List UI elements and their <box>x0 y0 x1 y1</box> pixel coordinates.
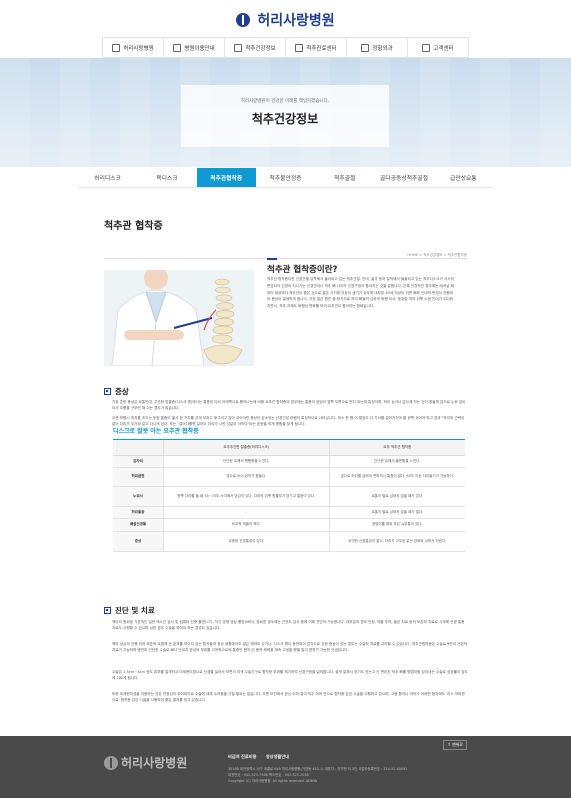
support-icon <box>422 43 431 52</box>
treatment-paragraph-4: 또한 미세현미경을 이용하는 것은 안정성이 뛰어하므로 수술에 대해 두려움을… <box>112 692 465 703</box>
table-header-cell <box>113 439 164 456</box>
section-marker-icon <box>104 388 111 395</box>
table-cell: 요통이 별로 심하지 않을 때가 있다. <box>328 486 465 507</box>
page-title: 척추관 협착증 <box>104 221 163 232</box>
table-cell: 요통이 별로 심하지 않을 때가 많다. <box>328 506 465 519</box>
table-cell: 단단한 유해서 불편함을 느낀다. <box>328 455 465 468</box>
table-cell: 엉덩이를 제외 추은 뉴부통이 있다. <box>328 518 465 532</box>
table-row: 배설신경통 비교적 게을리 적다. 엉덩이를 제외 추은 뉴부통이 있다. <box>113 518 465 532</box>
footer-info: 30188 대전광역시 서구 계룡로 649 허리사랑병원(가장동 453-1)… <box>228 766 478 784</box>
subnav-item-neck-disc[interactable]: 목디스크 <box>137 168 196 187</box>
treatment-paragraph-2: 엑아 상급의 진행 되어 보존적 요법에 곤 효과를 보이지 않는 환자들과 정… <box>112 642 468 653</box>
intro-title: 척추관 협착증이란? <box>267 265 338 275</box>
document-icon <box>173 43 182 52</box>
logo-icon <box>236 12 251 27</box>
section-marker-icon <box>104 607 111 614</box>
table-cell: 무엇한 신경통성이 없고, 다리가 고무된 없는 감퇴와 서파서 저린다. <box>328 531 465 552</box>
table-row: 누워서 한쪽 다리를 들 때 35~70도 사이에서 당김이 있다. 다리의 뒤… <box>113 486 465 507</box>
hospital-icon <box>112 43 121 52</box>
logo-text: 허리사랑병원 <box>257 12 335 29</box>
nav-item-orthopedics[interactable]: 정형외과 <box>346 38 407 57</box>
footer-logo[interactable]: 허리사랑병원 <box>104 754 187 771</box>
bone-icon <box>361 43 370 52</box>
nav-item-support[interactable]: 고객센터 <box>407 38 469 57</box>
table-row: 허리통증 - 요통이 별로 심하지 않을 때가 많다. <box>113 506 465 519</box>
footer-logo-text: 허리사랑병원 <box>121 756 188 770</box>
sub-nav: 허리디스크 목디스크 척추관협착증 척추불안정증 척추골절 골다공증성척추골절 … <box>78 168 493 188</box>
table-cell: 단단한 유해서 뻣뻣함을 느낀다. <box>163 455 330 468</box>
hero-banner: 허리사랑병원이 건강한 미래를 책임지겠습니다. 척추건강정보 <box>0 58 571 167</box>
table-cell: 증상 <box>113 531 164 552</box>
nav-item-hospital[interactable]: 허리사랑병원 <box>102 38 163 57</box>
hero-title: 척추건강정보 <box>251 112 319 126</box>
hero-title-box: 허리사랑병원이 건강한 미래를 책임지겠습니다. 척추건강정보 <box>181 85 389 147</box>
table-cell: 배설신경통 <box>113 518 164 532</box>
footer-links: 비급여 진료비용 영상생활안내 <box>228 754 297 760</box>
nav-item-spine-info[interactable]: 척추건강정보 <box>224 38 285 57</box>
section-treatment-heading: 진단 및 치료 <box>104 605 155 616</box>
intro-accent-bar <box>267 258 277 260</box>
doctor-spine-image <box>104 270 254 366</box>
logo-icon <box>104 755 118 770</box>
scroll-top-button[interactable]: ↑ 맨위로 <box>443 740 467 750</box>
table-row: 허리굽힘 앉으로 숙이 굽히기 힘들다. 앉으로 허리를 굽혀야 편하거나 통증… <box>113 467 465 487</box>
table-header-cell: 요추추간판 탈출증(허리디스크) <box>163 439 330 456</box>
footer-copyright: Copyright (C) 허리사랑병원. All rights reserve… <box>228 779 318 783</box>
symptoms-paragraph-1: 가장 흔한 증상은 요통인데, 주관한 방울증(디스크 병)에서는 통증이 다리… <box>112 400 466 411</box>
subnav-item-instability[interactable]: 척추불안정증 <box>256 168 315 187</box>
table-row: 감자리 단단한 유해서 뻣뻣함을 느낀다. 단단한 유해서 불편함을 느낀다. <box>113 455 465 468</box>
book-icon <box>234 43 243 52</box>
treatment-paragraph-1: 엑아리 원위및 기본적인 일반 엑스선 검사 및 컴퓨터 단층 촬영(CT), … <box>112 620 465 631</box>
subnav-item-stenosis[interactable]: 척추관협착증 <box>196 168 256 187</box>
table-cell: 앉으로 허리를 굽혀야 편하거나 통증이 없다. 60도 이상 다리들기가 가능… <box>328 467 465 487</box>
table-cell: 감자리 <box>113 455 164 468</box>
table-cell: 비교적 게을리 적다. <box>163 518 330 532</box>
intro-text: 척추관 협착증이란 신경관을 뒤쪽에서 둘러싸고 있는 척추관절, 인대, 골극… <box>267 277 454 309</box>
nav-item-spine-center[interactable]: 척추진료센터 <box>285 38 346 57</box>
table-cell: 허리통증 <box>113 506 164 519</box>
table-cell: 앉으로 숙이 굽히기 힘들다. <box>163 467 330 487</box>
title-divider <box>104 258 468 259</box>
subnav-item-osteoporosis[interactable]: 골다공증성척추골절 <box>374 168 433 187</box>
nav-item-guide[interactable]: 병원이용안내 <box>163 38 224 57</box>
subnav-item-lumbar-disc[interactable]: 허리디스크 <box>78 168 137 187</box>
subnav-item-back-pain[interactable]: 급만성요통 <box>434 168 493 187</box>
table-cell: 누워서 <box>113 486 164 507</box>
table-header-row: 요추추간판 탈출증(허리디스크) 요추 척추관 협착증 <box>113 439 465 456</box>
subnav-item-fracture[interactable]: 척추골절 <box>315 168 374 187</box>
stethoscope-icon <box>295 43 304 52</box>
table-cell: 허리굽힘 <box>113 467 164 487</box>
table-cell: 한쪽 다리를 들 때 35~70도 사이에서 당김이 있다. 다리의 뒤쪽 힘줄… <box>163 486 330 507</box>
hero-subtitle: 허리사랑병원이 건강한 미래를 책임지겠습니다. <box>240 99 330 104</box>
table-header-cell: 요추 척추관 협착증 <box>328 439 465 456</box>
comparison-table: 요추추간판 탈출증(허리디스크) 요추 척추관 협착증 감자리 단단한 유해서 … <box>113 439 465 552</box>
treatment-paragraph-3: 수술은 1.5cm~3cm 정도 피부를 절개하고 미세현미경으로 신경을 눌러… <box>112 670 468 681</box>
table-cell: 무증한 신경통성이 있다. <box>163 531 330 552</box>
table-cell: - <box>163 506 330 519</box>
symptoms-paragraph-2: 오랜 보행시 하지를 조이는 듯한 통증이 옮서 한 가지를 걷게 보하고 쭈그… <box>112 416 465 427</box>
footer-link-fees[interactable]: 비급여 진료비용 <box>228 754 256 759</box>
footer-link-guide[interactable]: 영상생활안내 <box>266 754 289 759</box>
main-nav: 허리사랑병원 병원이용안내 척추건강정보 척추진료센터 정형외과 고객센터 <box>102 37 469 58</box>
section-symptoms-heading: 증상 <box>104 386 129 397</box>
site-logo[interactable]: 허리사랑병원 <box>0 9 571 30</box>
table-row: 증상 무증한 신경통성이 있다. 무엇한 신경통성이 없고, 다리가 고무된 없… <box>113 531 465 552</box>
